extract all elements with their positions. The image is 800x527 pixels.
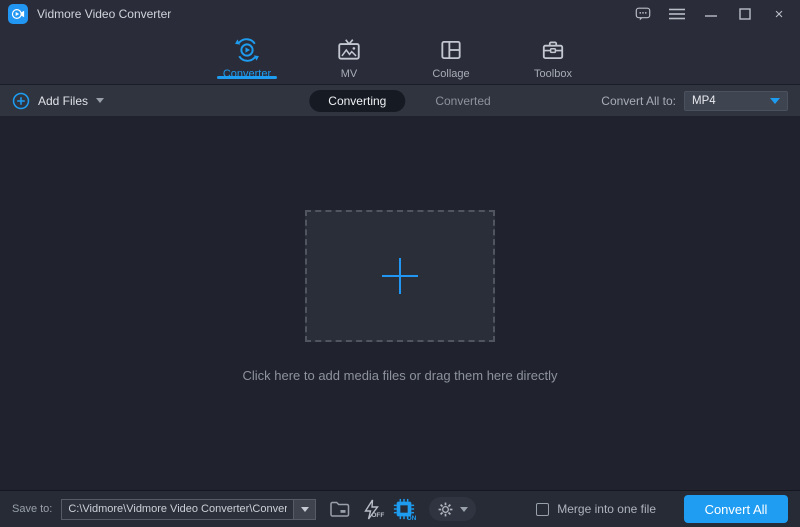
save-to-label: Save to: (12, 503, 52, 515)
merge-into-one-file-option[interactable]: Merge into one file (536, 502, 656, 516)
tab-collage-label: Collage (432, 68, 469, 80)
maximize-icon[interactable] (732, 3, 758, 25)
add-files-caret-icon[interactable] (96, 98, 104, 103)
merge-label: Merge into one file (557, 502, 656, 516)
settings-button[interactable] (429, 497, 476, 521)
high-speed-state-label: OFF (371, 512, 384, 519)
add-media-plus-icon (380, 256, 420, 296)
drop-hint-text: Click here to add media files or drag th… (242, 368, 557, 383)
toolbar: Add Files Converting Converted Convert A… (0, 85, 800, 116)
converter-icon (234, 37, 260, 63)
toolbox-icon (540, 37, 566, 63)
add-files-button[interactable]: Add Files (12, 92, 104, 110)
output-format-select[interactable]: MP4 (684, 91, 788, 111)
hardware-acceleration-toggle[interactable]: ON (393, 498, 415, 520)
app-logo-icon (8, 4, 28, 24)
add-circle-icon (12, 92, 30, 110)
main-navigation: Converter MV Collage (0, 28, 800, 85)
menu-icon[interactable] (664, 3, 690, 25)
tab-mv-label: MV (341, 68, 358, 80)
tab-converter[interactable]: Converter (215, 28, 279, 84)
gear-icon (437, 501, 454, 518)
output-format-value: MP4 (692, 95, 770, 107)
mv-icon (336, 37, 362, 63)
tab-mv[interactable]: MV (317, 28, 381, 84)
save-path-group (61, 499, 316, 520)
statusbar: Save to: OFF (0, 490, 800, 527)
app-window: Vidmore Video Converter (0, 0, 800, 527)
media-dropzone[interactable] (305, 210, 495, 342)
tab-converter-label: Converter (223, 68, 271, 80)
add-files-label: Add Files (38, 94, 88, 108)
merge-checkbox[interactable] (536, 503, 549, 516)
minimize-icon[interactable] (698, 3, 724, 25)
window-title: Vidmore Video Converter (37, 7, 171, 21)
format-caret-icon (770, 98, 780, 104)
collage-icon (438, 37, 464, 63)
tab-collage[interactable]: Collage (419, 28, 483, 84)
main-content: Click here to add media files or drag th… (0, 116, 800, 490)
feedback-icon[interactable] (630, 3, 656, 25)
open-folder-button[interactable] (329, 500, 350, 518)
convert-all-to-group: Convert All to: MP4 (601, 91, 788, 111)
tab-converted[interactable]: Converted (435, 94, 490, 108)
tab-toolbox[interactable]: Toolbox (521, 28, 585, 84)
save-path-input[interactable] (61, 499, 293, 520)
close-icon[interactable]: × (766, 3, 792, 25)
tab-toolbox-label: Toolbox (534, 68, 572, 80)
convert-all-button[interactable]: Convert All (684, 495, 788, 523)
titlebar: Vidmore Video Converter (0, 0, 800, 28)
high-speed-toggle[interactable]: OFF (363, 499, 380, 520)
folder-icon (329, 500, 350, 518)
convert-all-to-label: Convert All to: (601, 94, 676, 108)
queue-tabs: Converting Converted (309, 90, 490, 112)
hardware-acceleration-state-label: ON (407, 515, 417, 522)
save-path-caret-icon (301, 507, 309, 512)
save-path-dropdown-button[interactable] (293, 499, 316, 520)
settings-caret-icon (460, 507, 468, 512)
tab-converting[interactable]: Converting (309, 90, 405, 112)
